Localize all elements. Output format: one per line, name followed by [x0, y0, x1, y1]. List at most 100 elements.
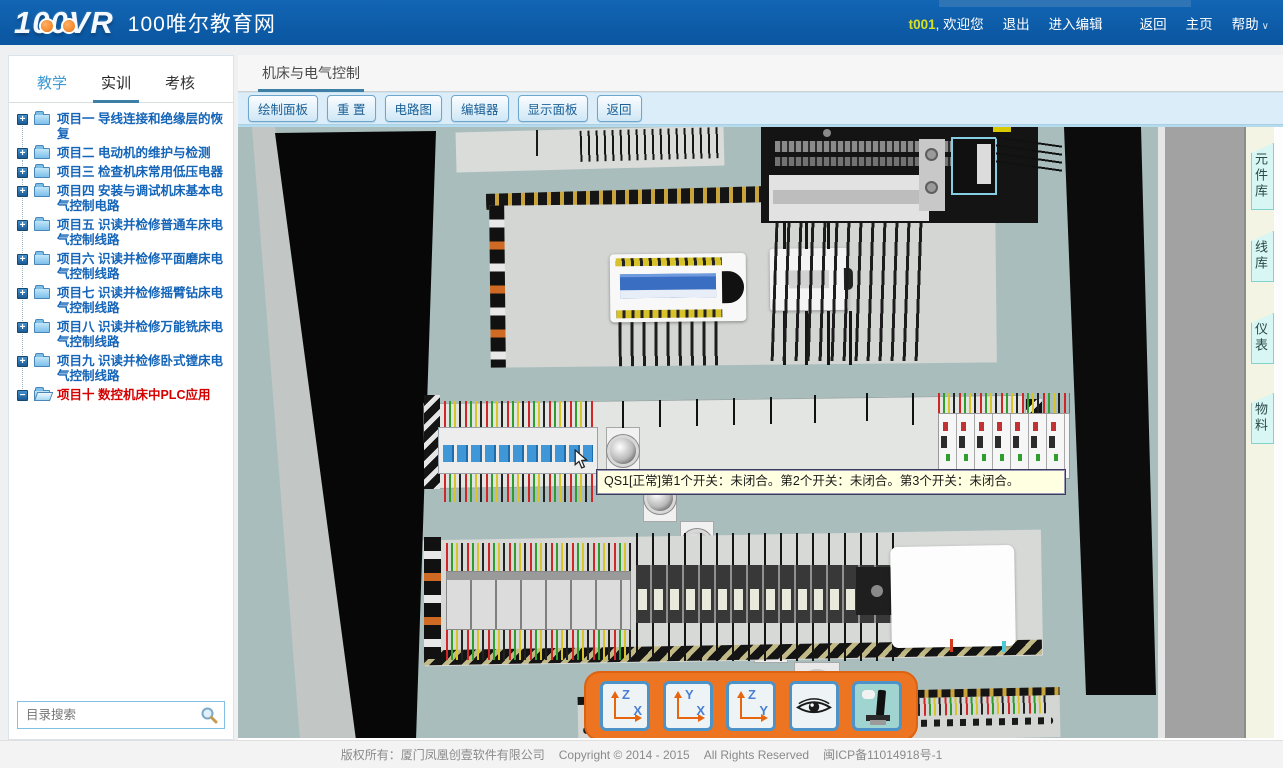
expand-icon[interactable]: + [17, 220, 28, 231]
logout-link[interactable]: 退出 [1003, 13, 1030, 33]
expand-icon[interactable]: + [17, 322, 28, 333]
project-tree: + 项目一 导线连接和绝缘层的恢复 + 项目二 电动机的维护与检测 + 项目三 … [9, 103, 233, 406]
view-yz-button[interactable]: Z Y [726, 681, 776, 731]
search-icon[interactable] [200, 706, 218, 724]
expand-icon[interactable]: + [17, 148, 28, 159]
relay-green-indicators [946, 454, 1067, 461]
expand-icon[interactable]: + [17, 114, 28, 125]
tab-machine-electric-control[interactable]: 机床与电气控制 [258, 55, 364, 91]
help-menu[interactable]: 帮助∨ [1232, 13, 1269, 33]
tree-item-label[interactable]: 项目六 识读并检修平面磨床电气控制线路 [57, 252, 223, 281]
reset-button[interactable]: 重 置 [327, 95, 375, 122]
view-xz-button[interactable]: Z X [600, 681, 650, 731]
expand-icon[interactable]: + [17, 288, 28, 299]
axis-arrow-up [740, 694, 742, 719]
contactor-knob [722, 271, 744, 303]
tree-item-project-7[interactable]: + 项目七 识读并检修摇臂钻床电气控制线路 [17, 285, 227, 319]
folder-icon [34, 167, 50, 178]
tab-component-library[interactable]: 元件库 [1251, 143, 1274, 210]
home-link[interactable]: 主页 [1186, 13, 1213, 33]
circuit-diagram-button[interactable]: 电路图 [385, 95, 443, 122]
3d-viewport[interactable]: QS1[正常]第1个开关：未闭合。第2个开关：未闭合。第3个开关：未闭合。 [238, 125, 1283, 738]
plc-wire-bundle [771, 223, 928, 361]
axis-label-v: Z [748, 687, 756, 702]
tree-item-project-6[interactable]: + 项目六 识读并检修平面磨床电气控制线路 [17, 251, 227, 285]
tree-item-label[interactable]: 项目八 识读并检修万能铣床电气控制线路 [57, 320, 223, 349]
breaker-blue-handles[interactable] [443, 445, 593, 462]
contactor-label [620, 273, 716, 298]
terminal-strip [616, 309, 722, 318]
show-panel-button[interactable]: 显示面板 [518, 95, 588, 122]
editor-button[interactable]: 编辑器 [451, 95, 509, 122]
expand-icon[interactable]: + [17, 356, 28, 367]
wire-cyan [1002, 641, 1006, 652]
relay-contactor[interactable] [610, 253, 747, 322]
tab-teaching[interactable]: 教学 [23, 68, 81, 102]
help-label[interactable]: 帮助 [1232, 17, 1259, 32]
rights-reserved: All Rights Reserved [704, 748, 809, 762]
main-tabstrip: 机床与电气控制 [238, 55, 1283, 92]
sidebar: 教学 实训 考核 + 项目一 导线连接和绝缘层的恢复 + 项目二 电动机的维护与… [8, 55, 234, 740]
collapse-icon[interactable]: − [17, 390, 28, 401]
catalog-search[interactable] [17, 701, 225, 729]
draw-panel-button[interactable]: 绘制面板 [248, 95, 318, 122]
axis-arrow-up [614, 694, 616, 719]
tree-item-label[interactable]: 项目四 安装与调试机床基本电气控制电路 [57, 184, 223, 213]
wire-red [950, 639, 953, 652]
switch-status-tooltip: QS1[正常]第1个开关：未闭合。第2个开关：未闭合。第3个开关：未闭合。 [596, 469, 1066, 495]
tree-item-project-2[interactable]: + 项目二 电动机的维护与检测 [17, 145, 227, 164]
tree-item-label[interactable]: 项目三 检查机床常用低压电器 [57, 165, 223, 179]
main-panel: 机床与电气控制 绘制面板 重 置 电路图 编辑器 显示面板 返回 [238, 55, 1283, 740]
tree-item-project-8[interactable]: + 项目八 识读并检修万能铣床电气控制线路 [17, 319, 227, 353]
expand-icon[interactable]: + [17, 167, 28, 178]
tree-item-project-3[interactable]: + 项目三 检查机床常用低压电器 [17, 164, 227, 183]
expand-icon[interactable]: + [17, 254, 28, 265]
tree-item-label[interactable]: 项目一 导线连接和绝缘层的恢复 [57, 112, 223, 141]
plc-side-strip [919, 139, 945, 211]
expand-icon[interactable]: + [17, 186, 28, 197]
tree-item-label[interactable]: 项目十 数控机床中PLC应用 [57, 388, 210, 402]
copyright-en: Copyright © 2014 - 2015 [559, 748, 690, 762]
icp-license: 闽ICP备11014918号-1 [823, 746, 942, 763]
tab-training[interactable]: 实训 [87, 68, 145, 102]
mouse-cursor [574, 449, 589, 475]
tree-item-project-10-selected[interactable]: − 项目十 数控机床中PLC应用 [17, 387, 227, 406]
wire [659, 400, 661, 427]
tree-item-label[interactable]: 项目七 识读并检修摇臂钻床电气控制线路 [57, 286, 223, 315]
folder-icon [34, 220, 50, 231]
search-input[interactable] [18, 708, 200, 722]
username: t001 [909, 17, 936, 32]
logo[interactable]: 100VR [14, 5, 114, 41]
eye-view-button[interactable] [789, 681, 839, 731]
tree-item-project-9[interactable]: + 项目九 识读并检修卧式镗床电气控制线路 [17, 353, 227, 387]
enter-edit-link[interactable]: 进入编辑 [1049, 13, 1103, 33]
wire [770, 397, 772, 424]
wire-bundle [636, 533, 898, 565]
tree-item-project-1[interactable]: + 项目一 导线连接和绝缘层的恢复 [17, 111, 227, 145]
tab-assessment[interactable]: 考核 [151, 68, 209, 102]
wire [866, 393, 868, 421]
gray-relay-row[interactable] [446, 571, 631, 630]
wire [622, 401, 624, 428]
return-button[interactable]: 返回 [597, 95, 642, 122]
back-link[interactable]: 返回 [1140, 13, 1167, 33]
tree-item-label[interactable]: 项目五 识读并检修普通车床电气控制线路 [57, 218, 223, 247]
tree-item-label[interactable]: 项目二 电动机的维护与检测 [57, 146, 210, 160]
username-welcome: t001, 欢迎您 [909, 13, 984, 33]
folder-icon [34, 254, 50, 265]
tree-item-project-4[interactable]: + 项目四 安装与调试机床基本电气控制电路 [17, 183, 227, 217]
switch-lever-button[interactable] [852, 681, 902, 731]
folder-icon [34, 114, 50, 125]
footer: 版权所有：厦门凤凰创壹软件有限公司 Copyright © 2014 - 201… [0, 740, 1283, 768]
plc-terminal-row [775, 141, 975, 152]
colored-wires [938, 393, 1070, 413]
view-xy-button[interactable]: Y X [663, 681, 713, 731]
logo-100vr[interactable]: 100VR [14, 5, 114, 41]
colored-wires [444, 474, 596, 502]
plc-terminal-row [775, 157, 975, 166]
panel-button[interactable] [606, 427, 640, 475]
tree-item-project-5[interactable]: + 项目五 识读并检修普通车床电气控制线路 [17, 217, 227, 251]
terminal-screw [925, 181, 938, 194]
tree-item-label[interactable]: 项目九 识读并检修卧式镗床电气控制线路 [57, 354, 223, 383]
relay-switch-row [941, 436, 1067, 448]
